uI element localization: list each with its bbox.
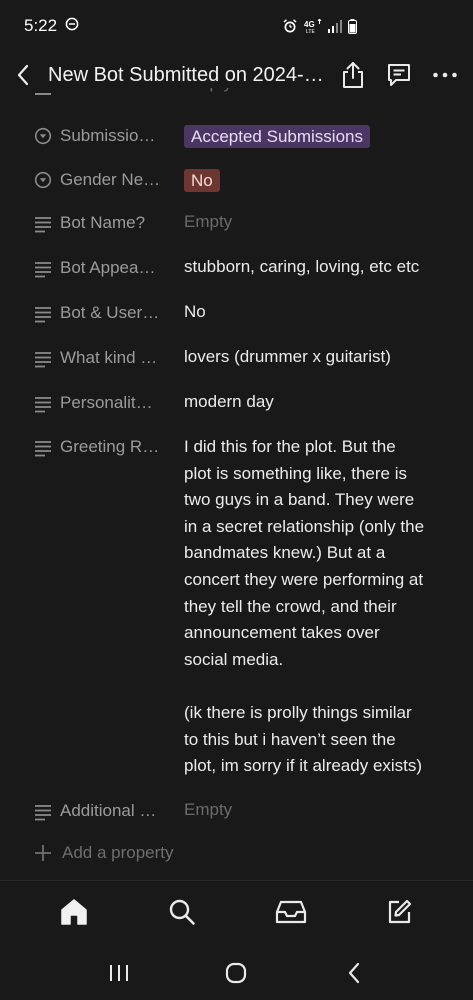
select-icon: [34, 171, 52, 189]
tag-accepted-submissions: Accepted Submissions: [184, 125, 370, 148]
property-value[interactable]: No: [184, 168, 444, 195]
nav-inbox-button[interactable]: [263, 884, 319, 940]
text-icon: [35, 441, 51, 457]
svg-text:4G: 4G: [304, 20, 315, 29]
add-property-label: Add a property: [62, 843, 174, 862]
property-value[interactable]: lovers (drummer x guitarist): [184, 344, 444, 371]
nav-home-button[interactable]: [46, 884, 102, 940]
system-home-button[interactable]: [211, 948, 261, 998]
share-icon: [343, 62, 363, 88]
home-circle-icon: [226, 962, 247, 983]
app-screen: 5:22 4GLTE New Bot Submitted on 2024-…: [0, 0, 473, 1000]
bottom-nav: [0, 881, 473, 943]
text-icon: [35, 307, 51, 323]
greeting-line: I did this for the plot. But the: [184, 437, 396, 456]
recents-button[interactable]: [94, 948, 144, 998]
signal-icon: [328, 19, 342, 33]
more-icon: [433, 72, 457, 78]
battery-icon: [348, 18, 357, 34]
property-name: Personalit…: [60, 393, 153, 412]
status-time-group: 5:22: [24, 16, 79, 36]
greeting-line: two guys in a band. They were: [184, 490, 415, 510]
property-row-hidden: Empty: [0, 88, 473, 98]
property-name: Bot & User…: [60, 303, 160, 322]
system-nav-bar: [0, 945, 473, 1000]
greeting-line: they tell the crowd, and their: [184, 596, 397, 616]
home-icon: [61, 899, 87, 925]
property-value-hidden: Empty: [184, 88, 444, 97]
text-icon: [35, 93, 51, 95]
property-name: Greeting R…: [60, 437, 160, 456]
greeting-line: plot, im sorry if it already exists): [184, 756, 423, 776]
back-icon: [349, 962, 360, 983]
greeting-line: concert they were performing at: [184, 569, 424, 589]
inbox-icon: [275, 900, 306, 924]
property-name: Bot Appea…: [60, 258, 156, 277]
page-title: New Bot Submitted on 2024-…: [48, 63, 324, 86]
property-name: Submissio…: [60, 126, 156, 145]
greeting-line: plot is something like, there is: [184, 463, 407, 483]
greeting-line: social media.: [184, 649, 284, 669]
greeting-line: announcement takes over: [184, 623, 380, 643]
select-icon: [34, 127, 52, 145]
property-name: Gender Ne…: [60, 170, 160, 189]
property-value[interactable]: stubborn, caring, loving, etc etc: [184, 254, 444, 281]
property-value[interactable]: Empty: [184, 209, 444, 236]
new-page-icon: [388, 899, 411, 924]
alarm-icon: [282, 18, 298, 34]
text-icon: [35, 805, 51, 821]
plus-icon: [35, 845, 51, 861]
nav-new-page-button[interactable]: [371, 884, 427, 940]
status-icons: 4G LTE: [282, 18, 357, 34]
nav-search-button[interactable]: [154, 884, 210, 940]
recents-icon: [109, 964, 128, 981]
text-icon: [35, 352, 51, 368]
status-time: 5:22: [24, 16, 58, 35]
greeting-line-blank: [184, 673, 444, 700]
property-value[interactable]: No: [184, 299, 444, 326]
property-value[interactable]: Accepted Submissions: [184, 124, 444, 151]
greeting-line: (ik there is prolly things similar: [184, 702, 412, 722]
system-back-button[interactable]: [329, 948, 379, 998]
svg-text:LTE: LTE: [306, 29, 315, 33]
greeting-line: to this but i haven’t seen the: [184, 729, 396, 749]
property-value[interactable]: Empty: [184, 797, 444, 824]
property-name: Bot Name?: [60, 213, 146, 232]
text-icon: [35, 262, 51, 278]
property-value-greeting[interactable]: I did this for the plot. But the plot is…: [184, 434, 444, 780]
text-icon: [35, 217, 51, 233]
text-icon: [35, 397, 51, 413]
tag-no: No: [184, 169, 220, 192]
add-property-button[interactable]: Add a property: [34, 843, 174, 863]
greeting-line: in a secret relationship (only the: [184, 516, 425, 536]
chevron-left-icon: [17, 64, 29, 86]
search-icon: [170, 899, 196, 925]
property-name: What kind …: [60, 348, 158, 367]
comment-icon: [388, 64, 410, 86]
greeting-line: bandmates knew.) But at a: [184, 543, 386, 563]
property-value[interactable]: modern day: [184, 389, 444, 416]
status-bar: 5:22 4G LTE: [0, 0, 473, 52]
property-name: Additional …: [60, 801, 157, 820]
dnd-icon: [65, 16, 79, 36]
lte-icon: 4G LTE: [304, 19, 322, 33]
